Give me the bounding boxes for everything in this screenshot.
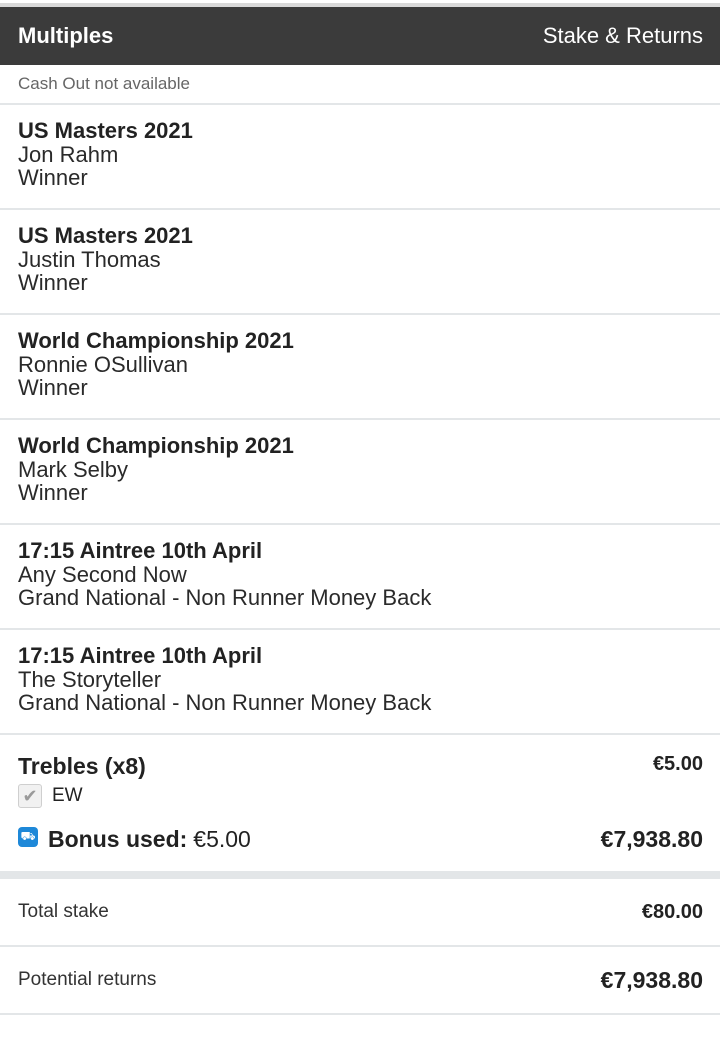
selection-market: Winner xyxy=(18,375,88,400)
bonus-icon: ⛟ xyxy=(18,826,38,847)
selection-event: 17:15 Aintree 10th April xyxy=(18,538,263,563)
bonus-label: Bonus used: xyxy=(48,826,188,852)
selection-pick: Jon Rahm xyxy=(18,142,119,167)
selection-item: World Championship 2021 Ronnie OSullivan… xyxy=(0,315,720,420)
selection-event: World Championship 2021 xyxy=(18,328,294,353)
selection-item: US Masters 2021 Jon Rahm Winner xyxy=(0,105,720,210)
selection-market: Winner xyxy=(18,165,88,190)
bonus-value: €5.00 xyxy=(193,826,251,852)
selection-event: World Championship 2021 xyxy=(18,433,294,458)
section-title: Multiples xyxy=(18,23,114,48)
selection-event: US Masters 2021 xyxy=(18,118,193,143)
total-stake-label: Total stake xyxy=(18,901,109,922)
bet-type: Trebles (x8) xyxy=(18,753,146,779)
bet-returns: €7,938.80 xyxy=(600,826,703,852)
each-way-option[interactable]: ✔ EW xyxy=(18,784,703,808)
check-icon: ✔ xyxy=(22,786,38,806)
multiples-header: Multiples Stake & Returns xyxy=(0,7,720,65)
bet-stake[interactable]: €5.00 xyxy=(653,753,703,776)
selection-market: Winner xyxy=(18,480,88,505)
selection-pick: Justin Thomas xyxy=(18,247,161,272)
selection-item: US Masters 2021 Justin Thomas Winner xyxy=(0,210,720,315)
potential-returns-value: €7,938.80 xyxy=(600,966,703,993)
selection-item: 17:15 Aintree 10th April Any Second Now … xyxy=(0,525,720,630)
selection-event: 17:15 Aintree 10th April xyxy=(18,643,263,668)
bet-panel: Trebles (x8) €5.00 ✔ EW ⛟ Bonus used: €5… xyxy=(0,735,720,879)
selection-market: Grand National - Non Runner Money Back xyxy=(18,585,432,610)
selection-item: World Championship 2021 Mark Selby Winne… xyxy=(0,420,720,525)
cashout-note: Cash Out not available xyxy=(0,65,720,105)
selection-pick: Ronnie OSullivan xyxy=(18,352,188,377)
each-way-label: EW xyxy=(52,785,83,806)
selection-item: 17:15 Aintree 10th April The Storyteller… xyxy=(0,630,720,735)
stake-returns-label: Stake & Returns xyxy=(542,23,703,48)
selection-event: US Masters 2021 xyxy=(18,223,193,248)
total-stake-value: €80.00 xyxy=(641,900,703,923)
selection-pick: Any Second Now xyxy=(18,562,187,587)
each-way-checkbox[interactable]: ✔ xyxy=(18,784,42,808)
total-stake-row: Total stake €80.00 xyxy=(0,879,720,947)
selection-pick: Mark Selby xyxy=(18,457,129,482)
selection-market: Grand National - Non Runner Money Back xyxy=(18,690,432,715)
selection-market: Winner xyxy=(18,270,88,295)
potential-returns-label: Potential returns xyxy=(18,969,157,990)
selection-pick: The Storyteller xyxy=(18,667,162,692)
potential-returns-row: Potential returns €7,938.80 xyxy=(0,947,720,1015)
